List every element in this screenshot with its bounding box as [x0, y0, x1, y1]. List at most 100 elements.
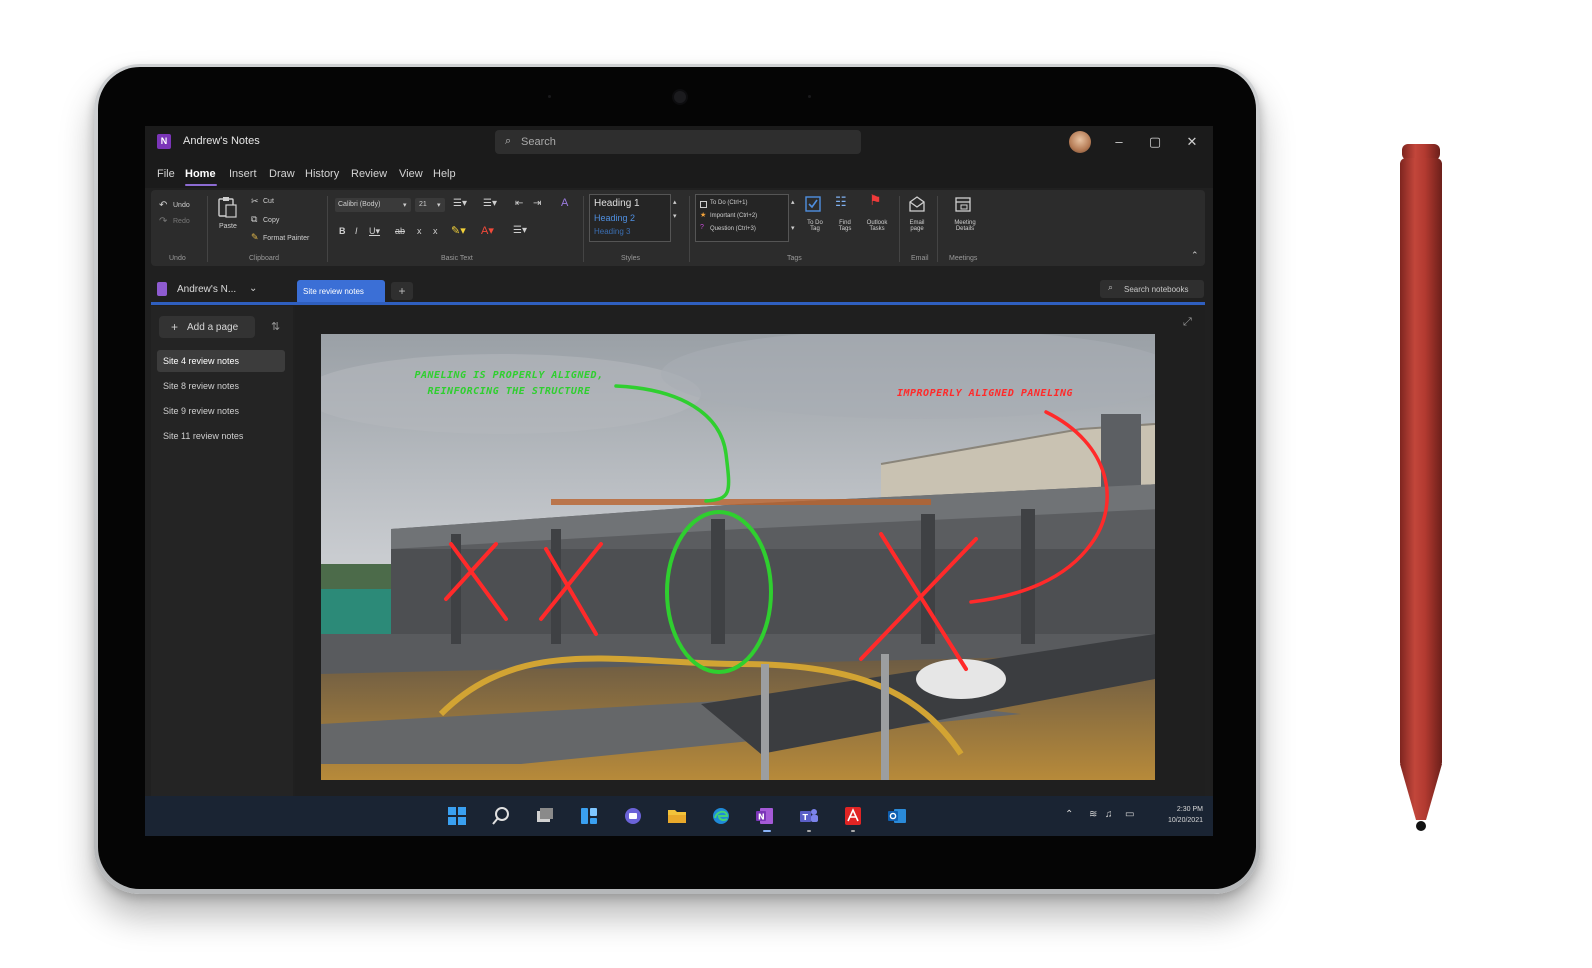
- chevron-down-icon: ▾: [403, 202, 407, 209]
- italic-icon[interactable]: I: [355, 226, 358, 236]
- search-icon[interactable]: [491, 806, 511, 826]
- font-name-dropdown[interactable]: Calibri (Body) ▾: [335, 198, 411, 212]
- tags-gallery[interactable]: To Do (Ctrl+1) ★ Important (Ctrl+2) ? Qu…: [695, 194, 789, 242]
- group-label-basic-text: Basic Text: [441, 255, 473, 262]
- notebook-name[interactable]: Andrew's N...: [177, 284, 236, 295]
- teams-icon[interactable]: T: [799, 806, 819, 826]
- subscript-icon[interactable]: x: [417, 226, 422, 236]
- outlook-icon[interactable]: [887, 806, 907, 826]
- search-notebooks-button[interactable]: ⌕ Search notebooks: [1100, 280, 1204, 298]
- style-heading-1[interactable]: Heading 1: [594, 198, 640, 209]
- group-label-undo: Undo: [169, 255, 186, 262]
- system-clock[interactable]: 2:30 PM 10/20/2021: [1153, 804, 1203, 826]
- styles-scroll-up-icon[interactable]: ▴: [673, 198, 677, 206]
- tags-scroll-up-icon[interactable]: ▴: [791, 198, 795, 206]
- font-color-icon[interactable]: A▾: [481, 224, 494, 237]
- task-view-icon[interactable]: [535, 806, 555, 826]
- menu-insert[interactable]: Insert: [229, 168, 257, 180]
- page-canvas[interactable]: ⤢ PANELING IS PROPERLY ALIGNED, REINFORC…: [295, 306, 1205, 796]
- menu-history[interactable]: History: [305, 168, 339, 180]
- ribbon-separator: [207, 196, 208, 262]
- group-label-email: Email: [911, 255, 929, 262]
- page-item-site-4[interactable]: Site 4 review notes: [157, 350, 285, 372]
- undo-icon[interactable]: ↶: [159, 200, 167, 211]
- meeting-details-label[interactable]: Meeting Details: [945, 220, 985, 232]
- page-item-site-9[interactable]: Site 9 review notes: [157, 400, 285, 422]
- format-painter-label[interactable]: Format Painter: [263, 235, 309, 242]
- find-tags-icon[interactable]: ☷: [835, 194, 847, 210]
- menu-bar: File Home Insert Draw History Review Vie…: [145, 162, 1213, 188]
- construction-site-photo: PANELING IS PROPERLY ALIGNED, REINFORCIN…: [321, 334, 1155, 780]
- add-section-button[interactable]: +: [391, 282, 413, 300]
- maximize-button[interactable]: ▢: [1143, 132, 1167, 152]
- paste-icon[interactable]: [217, 196, 237, 218]
- align-icon[interactable]: ☰▾: [513, 225, 527, 236]
- flag-icon[interactable]: ⚑: [869, 192, 882, 209]
- edge-icon[interactable]: [711, 806, 731, 826]
- style-heading-2[interactable]: Heading 2: [594, 213, 635, 223]
- menu-view[interactable]: View: [399, 168, 423, 180]
- redo-icon: ↷: [159, 216, 168, 227]
- menu-review[interactable]: Review: [351, 168, 387, 180]
- windows-start-icon[interactable]: [447, 806, 467, 826]
- chevron-up-icon[interactable]: ⌃: [1191, 250, 1199, 261]
- find-tags-label[interactable]: Find Tags: [833, 220, 857, 232]
- tags-expand-icon[interactable]: ▾: [791, 224, 795, 232]
- chat-icon[interactable]: [623, 806, 643, 826]
- battery-icon[interactable]: ▭: [1125, 809, 1134, 820]
- format-painter-icon[interactable]: ✎: [251, 232, 259, 243]
- minimize-button[interactable]: –: [1107, 132, 1131, 152]
- onenote-icon[interactable]: N: [755, 806, 775, 826]
- acrobat-icon[interactable]: [843, 806, 863, 826]
- copy-label[interactable]: Copy: [263, 217, 279, 224]
- copy-icon[interactable]: ⧉: [251, 214, 257, 225]
- search-box[interactable]: ⌕ Search: [495, 130, 861, 154]
- paste-label[interactable]: Paste: [219, 223, 237, 230]
- chevron-up-icon[interactable]: ⌃: [1065, 809, 1073, 820]
- question-icon: ?: [700, 224, 704, 231]
- sort-icon[interactable]: ⇅: [271, 320, 280, 333]
- underline-icon[interactable]: U▾: [369, 226, 380, 237]
- email-page-label[interactable]: Email page: [905, 220, 929, 232]
- user-avatar[interactable]: [1069, 131, 1091, 153]
- strikethrough-icon[interactable]: ab: [395, 226, 405, 236]
- file-explorer-icon[interactable]: [667, 806, 687, 826]
- add-page-button[interactable]: + Add a page: [159, 316, 255, 338]
- chevron-down-icon[interactable]: ⌄: [249, 283, 257, 294]
- style-heading-3[interactable]: Heading 3: [594, 227, 630, 236]
- menu-help[interactable]: Help: [433, 168, 456, 180]
- font-size-dropdown[interactable]: 21 ▾: [415, 198, 445, 212]
- undo-label[interactable]: Undo: [173, 202, 190, 209]
- outlook-tasks-label[interactable]: Outlook Tasks: [863, 220, 891, 232]
- highlight-icon[interactable]: ✎▾: [451, 224, 466, 237]
- todo-tag-label[interactable]: To Do Tag: [803, 220, 827, 232]
- page-item-site-11[interactable]: Site 11 review notes: [157, 425, 285, 447]
- menu-file[interactable]: File: [157, 168, 175, 180]
- tag-question[interactable]: Question (Ctrl+3): [710, 226, 756, 232]
- widgets-icon[interactable]: [579, 806, 599, 826]
- superscript-icon[interactable]: x: [433, 226, 438, 236]
- styles-scroll-down-icon[interactable]: ▾: [673, 212, 677, 220]
- tag-todo[interactable]: To Do (Ctrl+1): [710, 200, 748, 206]
- cut-label[interactable]: Cut: [263, 198, 274, 205]
- meeting-icon[interactable]: [955, 196, 971, 212]
- numbering-icon[interactable]: ☰▾: [483, 198, 497, 209]
- email-icon[interactable]: [909, 196, 925, 212]
- styles-gallery[interactable]: Heading 1 Heading 2 Heading 3: [589, 194, 671, 242]
- wifi-icon[interactable]: ≋: [1089, 809, 1097, 820]
- tag-important[interactable]: Important (Ctrl+2): [710, 213, 757, 219]
- expand-icon[interactable]: ⤢: [1183, 316, 1192, 329]
- menu-home[interactable]: Home: [185, 168, 216, 180]
- decrease-indent-icon[interactable]: ⇤: [515, 198, 523, 209]
- close-button[interactable]: ✕: [1180, 132, 1204, 152]
- volume-icon[interactable]: ♫: [1105, 809, 1113, 820]
- page-item-site-8[interactable]: Site 8 review notes: [157, 375, 285, 397]
- menu-draw[interactable]: Draw: [269, 168, 295, 180]
- todo-tag-icon[interactable]: [805, 196, 821, 212]
- bold-icon[interactable]: B: [339, 226, 346, 236]
- increase-indent-icon[interactable]: ⇥: [533, 198, 541, 209]
- section-tab-site-review[interactable]: Site review notes: [297, 280, 385, 302]
- bullets-icon[interactable]: ☰▾: [453, 198, 467, 209]
- clear-formatting-icon[interactable]: A: [561, 197, 568, 209]
- cut-icon[interactable]: ✂: [251, 196, 259, 207]
